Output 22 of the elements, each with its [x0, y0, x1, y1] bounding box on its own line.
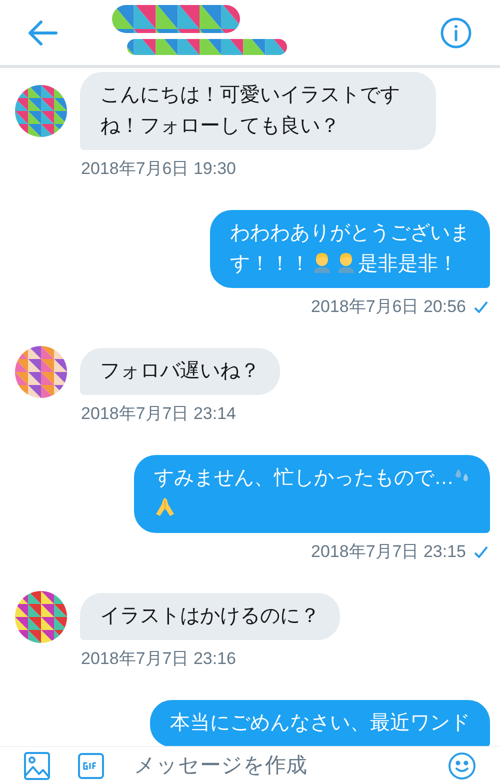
message-text: 是非是非！ — [358, 253, 458, 275]
message-text: イラストはかけるのに？ — [100, 605, 320, 627]
person-emoji-icon — [336, 251, 356, 273]
timestamp: 2018年7月7日 23:16 — [81, 648, 236, 670]
praying-hands-icon — [154, 496, 176, 518]
message-text: すみません、忙しかったもので… — [154, 467, 454, 489]
message-text: 本当にごめんなさい、最近ワンド — [170, 712, 470, 734]
timestamp: 2018年7月7日 23:15 — [311, 541, 466, 563]
info-icon[interactable] — [440, 16, 472, 48]
gif-button[interactable] — [78, 752, 104, 778]
timestamp: 2018年7月7日 23:14 — [81, 403, 236, 425]
person-emoji-icon — [312, 251, 332, 273]
message-text: す！！！ — [230, 253, 310, 275]
image-icon[interactable] — [24, 752, 50, 780]
timestamp: 2018年7月6日 20:56 — [311, 296, 466, 318]
message-text: わわわありがとうございま — [230, 222, 470, 244]
back-icon[interactable] — [28, 20, 58, 46]
message-text: フォロバ遅いね？ — [100, 360, 260, 382]
message-text: こんにちは！可愛いイラストですね！フォローしても良い？ — [100, 84, 400, 137]
message-field[interactable]: メッセージを作成 — [134, 750, 448, 782]
emoji-icon[interactable] — [448, 752, 476, 780]
timestamp: 2018年7月6日 19:30 — [81, 158, 236, 180]
